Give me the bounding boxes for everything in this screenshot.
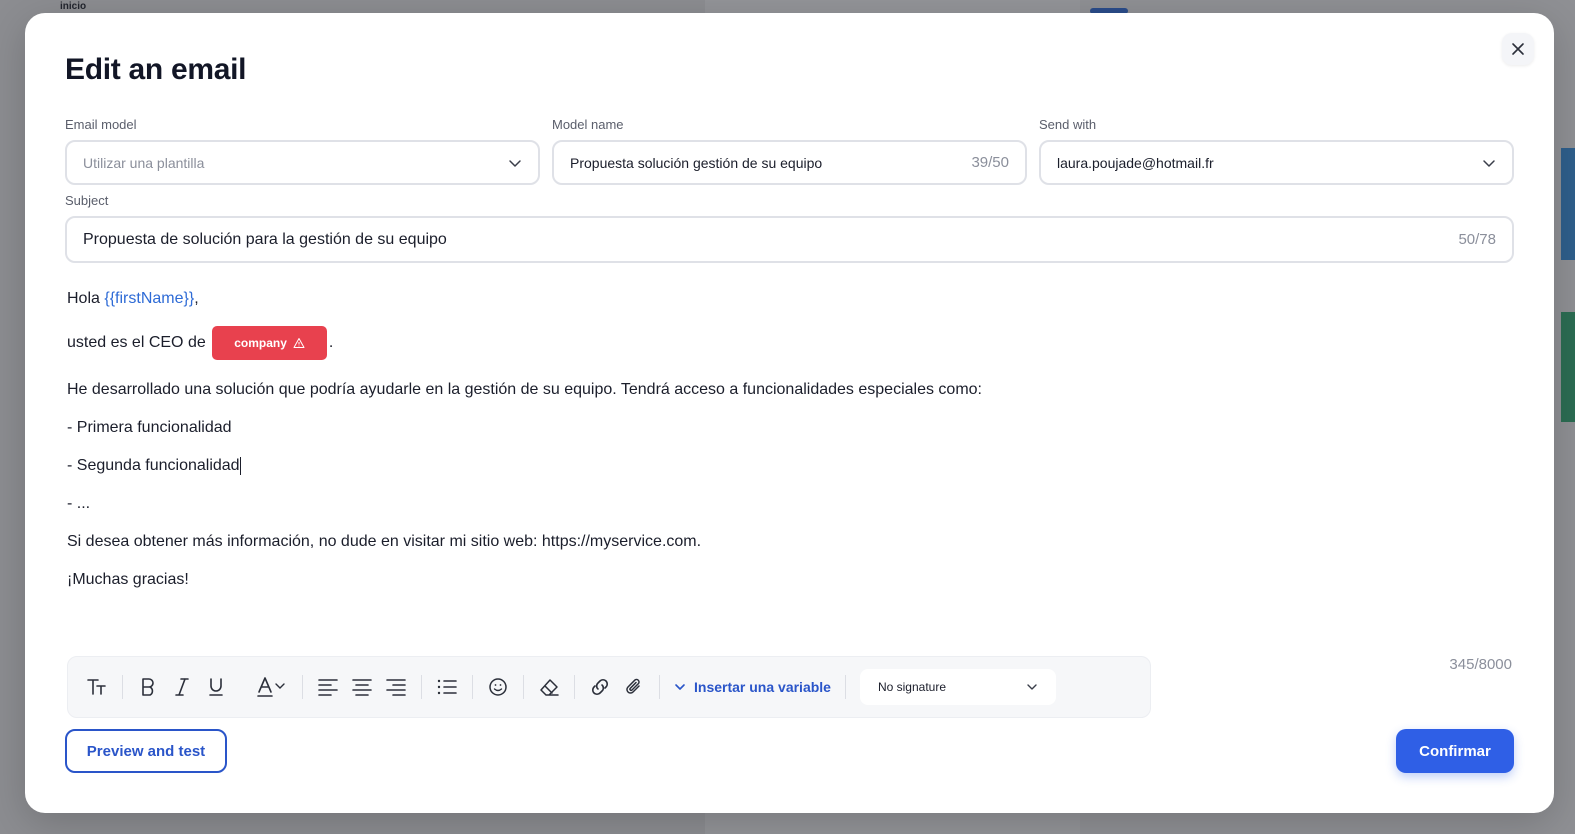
send-with-value: laura.poujade@hotmail.fr — [1057, 154, 1214, 171]
greeting-end: , — [194, 290, 199, 307]
warning-icon — [293, 338, 305, 348]
body-char-counter: 345/8000 — [1449, 656, 1512, 673]
editor-toolbar: Insertar una variable No signature — [67, 656, 1151, 718]
subject-label: Subject — [65, 193, 109, 208]
underline-button[interactable] — [199, 670, 233, 704]
align-right-button[interactable] — [379, 670, 413, 704]
model-name-input[interactable]: Propuesta solución gestión de su equipo … — [552, 140, 1027, 185]
body-ceo-line: usted es el CEO de company . — [67, 326, 333, 360]
bullet-list-button[interactable] — [430, 670, 464, 704]
bold-icon — [142, 678, 154, 696]
confirm-button[interactable]: Confirmar — [1396, 729, 1514, 773]
email-model-select[interactable]: Utilizar una plantilla — [65, 140, 540, 185]
text-size-button[interactable] — [80, 670, 114, 704]
chevron-down-icon — [1027, 684, 1037, 690]
toolbar-divider — [523, 675, 524, 699]
body-intro: He desarrollado una solución que podría … — [67, 381, 982, 398]
modal-title: Edit an email — [65, 53, 247, 86]
bullet-list-icon — [437, 679, 457, 695]
attachment-button[interactable] — [617, 670, 651, 704]
italic-button[interactable] — [165, 670, 199, 704]
ceo-text: usted es el CEO de — [67, 334, 206, 352]
background-app-label: inicio — [60, 1, 87, 12]
close-button[interactable] — [1502, 33, 1534, 65]
body-info: Si desea obtener más información, no dud… — [67, 533, 702, 550]
emoji-button[interactable] — [481, 670, 515, 704]
subject-value: Propuesta de solución para la gestión de… — [83, 230, 447, 248]
link-button[interactable] — [583, 670, 617, 704]
link-icon — [591, 678, 609, 696]
clear-format-button[interactable] — [532, 670, 566, 704]
font-color-icon — [257, 677, 285, 697]
edit-email-modal: Edit an email Email model Utilizar una p… — [25, 13, 1554, 813]
align-center-button[interactable] — [345, 670, 379, 704]
subject-input[interactable]: Propuesta de solución para la gestión de… — [65, 216, 1514, 263]
signature-select[interactable]: No signature — [859, 669, 1056, 705]
company-variable-chip[interactable]: company — [212, 326, 327, 360]
body-item-2-line: - Segunda funcionalidad — [67, 457, 241, 475]
font-color-button[interactable] — [250, 670, 294, 704]
underline-icon — [209, 678, 223, 696]
chevron-down-icon — [1483, 159, 1495, 167]
insert-variable-button[interactable]: Insertar una variable — [668, 679, 837, 695]
greeting-text: Hola — [67, 290, 100, 307]
toolbar-divider — [302, 675, 303, 699]
model-name-value: Propuesta solución gestión de su equipo — [570, 154, 823, 171]
body-greeting-line: Hola {{firstName}}, — [67, 290, 199, 308]
text-cursor — [239, 457, 241, 475]
insert-variable-label: Insertar una variable — [694, 679, 831, 695]
toolbar-divider — [421, 675, 422, 699]
chevron-down-icon — [675, 684, 685, 690]
align-left-icon — [318, 679, 338, 696]
body-item-3: - ... — [67, 495, 91, 512]
attachment-icon — [626, 678, 640, 694]
align-center-icon — [352, 679, 372, 696]
email-model-label: Email model — [65, 117, 137, 132]
toolbar-divider — [659, 675, 660, 699]
send-with-select[interactable]: laura.poujade@hotmail.fr — [1039, 140, 1514, 185]
toolbar-divider — [574, 675, 575, 699]
toolbar-divider — [122, 675, 123, 699]
email-model-placeholder: Utilizar una plantilla — [83, 154, 205, 171]
bold-button[interactable] — [131, 670, 165, 704]
background-blue-card — [1561, 148, 1575, 260]
model-name-counter: 39/50 — [971, 154, 1009, 171]
ceo-end: . — [328, 334, 334, 352]
align-right-icon — [386, 679, 406, 696]
align-left-button[interactable] — [311, 670, 345, 704]
subject-counter: 50/78 — [1458, 231, 1496, 248]
italic-icon — [175, 678, 189, 696]
chevron-down-icon — [509, 159, 521, 167]
background-green-card — [1561, 312, 1575, 422]
toolbar-divider — [844, 675, 846, 699]
body-thanks: ¡Muchas gracias! — [67, 571, 189, 588]
toolbar-divider — [472, 675, 473, 699]
preview-and-test-button[interactable]: Preview and test — [65, 729, 227, 773]
model-name-label: Model name — [552, 117, 624, 132]
company-chip-label: company — [234, 336, 287, 350]
body-item-2: - Segunda funcionalidad — [67, 457, 240, 475]
body-item-1: - Primera funcionalidad — [67, 419, 232, 436]
send-with-label: Send with — [1039, 117, 1097, 132]
text-size-icon — [87, 679, 106, 695]
eraser-icon — [540, 679, 559, 696]
firstname-variable[interactable]: {{firstName}} — [104, 290, 194, 307]
emoji-icon — [489, 678, 507, 696]
signature-value: No signature — [877, 680, 946, 694]
close-icon — [1512, 43, 1524, 55]
